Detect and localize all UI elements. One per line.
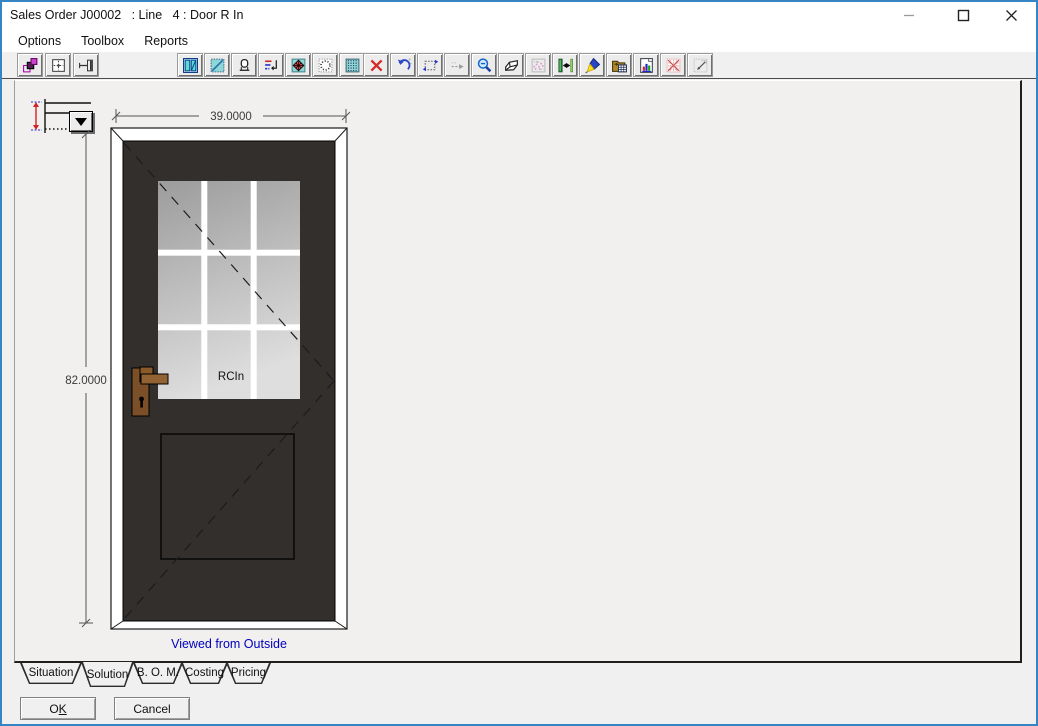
pan-view-icon[interactable] bbox=[73, 53, 99, 77]
title-bar: Sales Order J00002 : Line 4 : Door R In bbox=[0, 0, 1038, 30]
tab-label: Pricing bbox=[226, 663, 271, 684]
nudge-icon[interactable] bbox=[444, 53, 470, 77]
tab-label: B. O. M. bbox=[133, 663, 183, 684]
window-style-icon[interactable] bbox=[177, 53, 203, 77]
toolbar bbox=[0, 52, 1038, 79]
close-button[interactable] bbox=[988, 0, 1034, 30]
maximize-button[interactable] bbox=[940, 0, 986, 30]
ok-button-label: OK bbox=[49, 702, 66, 716]
menu-toolbox[interactable]: Toolbox bbox=[71, 30, 134, 52]
menu-options[interactable]: Options bbox=[8, 30, 71, 52]
pattern-fill-icon[interactable] bbox=[285, 53, 311, 77]
glass-panel bbox=[158, 181, 300, 399]
view-caption: Viewed from Outside bbox=[99, 637, 359, 651]
minimize-icon bbox=[903, 9, 915, 21]
center-drawing-icon[interactable] bbox=[45, 53, 71, 77]
cascade-windows-icon[interactable] bbox=[17, 53, 43, 77]
tab-solution[interactable]: Solution bbox=[81, 662, 134, 687]
fit-width-icon[interactable] bbox=[552, 53, 578, 77]
tab-pricing[interactable]: Pricing bbox=[226, 663, 271, 684]
cancel-button[interactable]: Cancel bbox=[114, 697, 190, 720]
chart-report-icon[interactable] bbox=[633, 53, 659, 77]
tab-situation[interactable]: Situation bbox=[20, 663, 82, 684]
menu-reports[interactable]: Reports bbox=[134, 30, 198, 52]
export-grid-icon[interactable] bbox=[606, 53, 632, 77]
door-drawing: 39.0000 82.0000 bbox=[55, 101, 365, 661]
drawing-canvas[interactable]: 39.0000 82.0000 bbox=[14, 80, 1022, 663]
window-title: Sales Order J00002 : Line 4 : Door R In bbox=[10, 0, 243, 30]
glass-type-label: RCIn bbox=[218, 371, 244, 383]
highlight-pen-icon[interactable] bbox=[579, 53, 605, 77]
measure-grid-icon[interactable] bbox=[687, 53, 713, 77]
red-grid-icon[interactable] bbox=[660, 53, 686, 77]
height-dimension-label: 82.0000 bbox=[65, 375, 107, 387]
grid-fill-icon[interactable] bbox=[339, 53, 365, 77]
rotate-3d-icon[interactable] bbox=[498, 53, 524, 77]
undo-icon[interactable] bbox=[390, 53, 416, 77]
stretch-icon[interactable] bbox=[417, 53, 443, 77]
width-dimension-label: 39.0000 bbox=[210, 111, 252, 123]
maximize-icon bbox=[957, 9, 970, 22]
spray-pattern-icon[interactable] bbox=[525, 53, 551, 77]
tab-bom[interactable]: B. O. M. bbox=[133, 663, 183, 684]
tab-costing[interactable]: Costing bbox=[181, 663, 228, 684]
mesh-fill-icon[interactable] bbox=[312, 53, 338, 77]
close-icon bbox=[1005, 9, 1018, 22]
tab-label: Solution bbox=[81, 662, 134, 687]
delete-icon[interactable] bbox=[363, 53, 389, 77]
glazing-icon[interactable] bbox=[204, 53, 230, 77]
minimize-button[interactable] bbox=[886, 0, 932, 30]
hardware-icon[interactable] bbox=[231, 53, 257, 77]
tab-label: Costing bbox=[181, 663, 228, 684]
ok-button[interactable]: OK bbox=[20, 697, 96, 720]
dimension-options-icon[interactable] bbox=[258, 53, 284, 77]
app-window: Sales Order J00002 : Line 4 : Door R In … bbox=[0, 0, 1038, 726]
tab-label: Situation bbox=[20, 663, 82, 684]
menu-bar: Options Toolbox Reports bbox=[0, 30, 1038, 52]
zoom-icon[interactable] bbox=[471, 53, 497, 77]
cancel-button-label: Cancel bbox=[133, 702, 170, 716]
